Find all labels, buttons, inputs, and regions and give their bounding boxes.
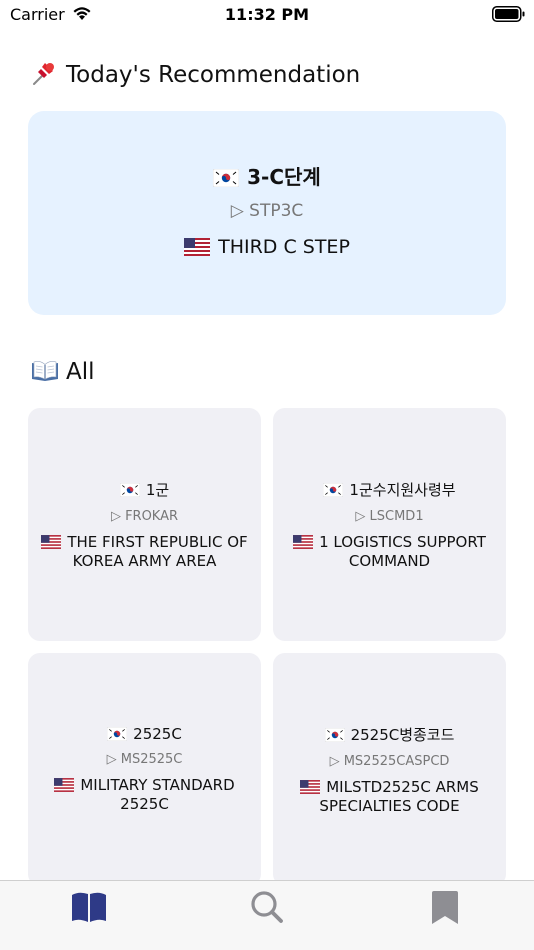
us-flag-icon — [54, 778, 75, 792]
book-icon — [72, 892, 106, 922]
item-english: MILSTD2525C ARMS SPECIALTIES CODE — [279, 778, 500, 816]
item-code: ▷ MS2525C — [106, 752, 183, 767]
item-korean: 2525C병종코드 — [324, 724, 455, 745]
item-korean-text: 1군 — [145, 480, 170, 499]
list-item[interactable]: 2525C병종코드 ▷ MS2525CASPCD MILSTD2525C ARM… — [273, 653, 506, 886]
item-code: ▷ FROKAR — [110, 508, 179, 524]
item-korean-text: 2525C — [133, 725, 182, 743]
tab-dictionary[interactable] — [65, 889, 113, 929]
recommendation-section-title: Today's Recommendation — [30, 60, 360, 88]
korea-flag-icon — [107, 727, 128, 741]
korea-flag-icon — [324, 727, 345, 742]
tab-bookmarks[interactable] — [421, 889, 469, 929]
status-time: 11:32 PM — [224, 5, 310, 24]
item-english-text: 1 LOGISTICS SUPPORT COMMAND — [319, 532, 486, 570]
recommendation-title-text: Today's Recommendation — [66, 62, 361, 88]
item-code: ▷ MS2525CASPCD — [329, 753, 450, 769]
item-english: 1 LOGISTICS SUPPORT COMMAND — [279, 533, 500, 571]
tab-bar — [0, 880, 534, 950]
item-english: MILITARY STANDARD 2525C — [34, 776, 255, 814]
pushpin-icon — [33, 63, 54, 85]
item-english-text: MILSTD2525C ARMS SPECIALTIES CODE — [319, 777, 479, 815]
magnifying-glass-icon — [251, 891, 283, 923]
status-bar: Carrier 11:32 PM — [0, 0, 534, 30]
item-code: ▷ LSCMD1 — [355, 508, 424, 524]
us-flag-icon — [184, 238, 211, 256]
korea-flag-icon — [213, 169, 240, 187]
korea-flag-icon — [119, 482, 140, 497]
list-item[interactable]: 1군수지원사령부 ▷ LSCMD1 1 LOGISTICS SUPPORT CO… — [273, 408, 506, 641]
recommendation-korean-text: 3-C단계 — [247, 165, 321, 189]
us-flag-icon — [41, 534, 62, 549]
item-korean-text: 1군수지원사령부 — [349, 480, 456, 499]
all-section-title: All — [30, 357, 95, 385]
us-flag-icon — [300, 779, 321, 794]
recommendation-english-text: THIRD C STEP — [218, 236, 350, 258]
open-book-icon — [32, 361, 58, 381]
us-flag-icon — [293, 534, 314, 549]
all-title-text: All — [66, 359, 95, 385]
battery-icon — [492, 6, 525, 22]
list-item[interactable]: 1군 ▷ FROKAR THE FIRST REPUBLIC OF KOREA … — [28, 408, 261, 641]
item-korean: 1군수지원사령부 — [323, 479, 456, 500]
list-item[interactable]: 2525C ▷ MS2525C MILITARY STANDARD 2525C — [28, 653, 261, 886]
item-english-text: MILITARY STANDARD 2525C — [80, 776, 235, 813]
item-korean: 2525C — [107, 725, 182, 743]
item-english: THE FIRST REPUBLIC OF KOREA ARMY AREA — [34, 533, 255, 571]
item-english-text: THE FIRST REPUBLIC OF KOREA ARMY AREA — [67, 532, 248, 570]
recommendation-card[interactable]: 3-C단계 ▷ STP3C THIRD C STEP — [28, 111, 506, 315]
recommendation-english: THIRD C STEP — [28, 236, 506, 258]
bookmark-icon — [432, 891, 458, 924]
item-korean: 1군 — [119, 479, 170, 500]
item-korean-text: 2525C병종코드 — [350, 725, 455, 744]
tab-search[interactable] — [243, 889, 291, 929]
recommendation-korean: 3-C단계 — [28, 161, 506, 190]
recommendation-code: ▷ STP3C — [230, 201, 304, 221]
korea-flag-icon — [323, 482, 344, 497]
